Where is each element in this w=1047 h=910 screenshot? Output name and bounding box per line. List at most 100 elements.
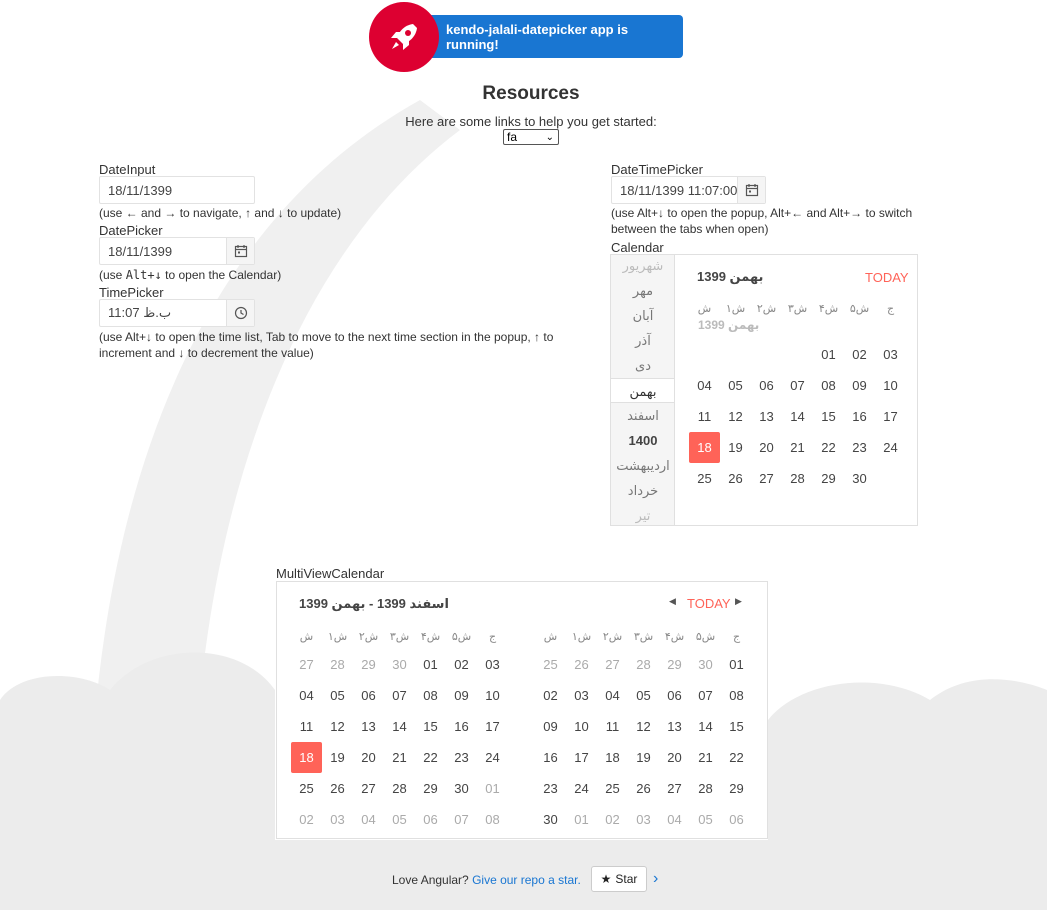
multiview-day[interactable]: 01 — [415, 649, 446, 680]
multiview-day[interactable]: 29 — [353, 649, 384, 680]
multiview-day[interactable]: 02 — [597, 804, 628, 835]
dateinput-field[interactable]: 18/11/1399 — [99, 176, 255, 204]
multiview-day[interactable]: 30 — [690, 649, 721, 680]
next-arrow-icon[interactable]: ▶ — [735, 596, 742, 607]
multiview-day[interactable]: 17 — [477, 711, 508, 742]
multiview-header-title[interactable]: اسفند 1399 - بهمن 1399 — [299, 596, 449, 612]
calendar-day[interactable]: 25 — [689, 463, 720, 494]
calendar-nav-item[interactable]: اسفند — [611, 403, 674, 428]
multiview-day[interactable]: 28 — [322, 649, 353, 680]
calendar-day[interactable]: 22 — [813, 432, 844, 463]
calendar-day[interactable]: 07 — [782, 370, 813, 401]
calendar-day[interactable]: 24 — [875, 432, 906, 463]
calendar-day[interactable]: 11 — [689, 401, 720, 432]
multiview-day[interactable]: 19 — [322, 742, 353, 773]
multiview-day[interactable]: 15 — [721, 711, 752, 742]
calendar-day[interactable]: 28 — [782, 463, 813, 494]
calendar-nav-item[interactable]: بهمن — [611, 378, 674, 403]
calendar-day[interactable]: 18 — [689, 432, 720, 463]
calendar-nav-item[interactable]: دی — [611, 353, 674, 378]
star-button[interactable]: ★ Star — [591, 866, 647, 892]
multiview-day[interactable]: 19 — [628, 742, 659, 773]
multiview-day[interactable]: 14 — [384, 711, 415, 742]
multiview-day[interactable]: 30 — [446, 773, 477, 804]
calendar-nav-item[interactable]: خرداد — [611, 478, 674, 503]
multiview-day[interactable]: 04 — [597, 680, 628, 711]
multiview-day[interactable]: 30 — [535, 804, 566, 835]
prev-arrow-icon[interactable]: ◀ — [669, 596, 676, 607]
datetimepicker-field[interactable]: 18/11/1399 11:07:00 — [611, 176, 766, 204]
multiview-day[interactable]: 07 — [690, 680, 721, 711]
calendar-nav-item[interactable]: شهریور — [611, 255, 674, 278]
calendar-day[interactable]: 04 — [689, 370, 720, 401]
datepicker-field[interactable]: 18/11/1399 — [99, 237, 255, 265]
multiview-day[interactable]: 07 — [384, 680, 415, 711]
multiview-day[interactable]: 08 — [415, 680, 446, 711]
multiview-day[interactable]: 25 — [291, 773, 322, 804]
language-select[interactable]: fa ⌄ — [503, 129, 559, 145]
multiview-day[interactable]: 28 — [628, 649, 659, 680]
calendar-button[interactable] — [226, 238, 254, 264]
calendar-today-button[interactable]: TODAY — [865, 270, 909, 285]
multiview-day[interactable]: 27 — [659, 773, 690, 804]
multiview-day[interactable]: 05 — [384, 804, 415, 835]
multiview-day[interactable]: 03 — [477, 649, 508, 680]
multiview-day[interactable]: 08 — [721, 680, 752, 711]
multiview-day[interactable]: 20 — [353, 742, 384, 773]
multiview-day[interactable]: 01 — [566, 804, 597, 835]
multiview-day[interactable]: 05 — [628, 680, 659, 711]
calendar-month-navigator[interactable]: شهریور مهر آبان آذر دی بهمن اسفند 1400 اردیبهشت خ… — [611, 255, 675, 525]
multiview-day[interactable]: 02 — [535, 680, 566, 711]
clock-button[interactable] — [226, 300, 254, 326]
calendar-day[interactable]: 08 — [813, 370, 844, 401]
multiview-day[interactable]: 09 — [535, 711, 566, 742]
calendar-day[interactable]: 30 — [844, 463, 875, 494]
multiview-day[interactable]: 14 — [690, 711, 721, 742]
multiview-day[interactable]: 06 — [659, 680, 690, 711]
multiview-day[interactable]: 04 — [659, 804, 690, 835]
calendar-day[interactable]: 29 — [813, 463, 844, 494]
calendar-nav-item[interactable]: مهر — [611, 278, 674, 303]
multiview-day[interactable]: 17 — [566, 742, 597, 773]
calendar-day[interactable]: 20 — [751, 432, 782, 463]
calendar-nav-item[interactable]: اردیبهشت — [611, 453, 674, 478]
multiview-day[interactable]: 29 — [721, 773, 752, 804]
multiview-day[interactable]: 18 — [291, 742, 322, 773]
multiview-day[interactable]: 13 — [353, 711, 384, 742]
multiview-day[interactable]: 03 — [628, 804, 659, 835]
multiview-day[interactable]: 12 — [322, 711, 353, 742]
calendar-day[interactable]: 09 — [844, 370, 875, 401]
calendar-day[interactable]: 19 — [720, 432, 751, 463]
multiview-day[interactable]: 08 — [477, 804, 508, 835]
calendar-day[interactable]: 06 — [751, 370, 782, 401]
calendar-day[interactable]: 26 — [720, 463, 751, 494]
multiview-day[interactable]: 29 — [415, 773, 446, 804]
multiview-day[interactable]: 04 — [353, 804, 384, 835]
calendar-day[interactable]: 10 — [875, 370, 906, 401]
multiview-day[interactable]: 29 — [659, 649, 690, 680]
multiview-day[interactable]: 01 — [721, 649, 752, 680]
timepicker-field[interactable]: ب.ظ 11:07 — [99, 299, 255, 327]
multiview-day[interactable]: 28 — [384, 773, 415, 804]
calendar-nav-item[interactable]: آبان — [611, 303, 674, 328]
calendar-nav-item[interactable]: تیر — [611, 503, 674, 525]
multiview-day[interactable]: 01 — [477, 773, 508, 804]
multiview-day[interactable]: 02 — [291, 804, 322, 835]
multiview-day[interactable]: 16 — [535, 742, 566, 773]
multiview-day[interactable]: 11 — [597, 711, 628, 742]
multiview-day[interactable]: 16 — [446, 711, 477, 742]
multiview-day[interactable]: 11 — [291, 711, 322, 742]
multiview-day[interactable]: 24 — [566, 773, 597, 804]
multiview-day[interactable]: 27 — [597, 649, 628, 680]
multiview-day[interactable]: 26 — [566, 649, 597, 680]
multiview-day[interactable]: 06 — [721, 804, 752, 835]
calendar-header-title[interactable]: بهمن 1399 — [697, 269, 763, 285]
multiview-day[interactable]: 06 — [415, 804, 446, 835]
calendar-day[interactable]: 05 — [720, 370, 751, 401]
multiview-day[interactable]: 13 — [659, 711, 690, 742]
multiview-day[interactable]: 23 — [535, 773, 566, 804]
multiview-day[interactable]: 07 — [446, 804, 477, 835]
multiview-day[interactable]: 22 — [721, 742, 752, 773]
datetime-calendar-button[interactable] — [737, 177, 765, 203]
multiview-day[interactable]: 02 — [446, 649, 477, 680]
